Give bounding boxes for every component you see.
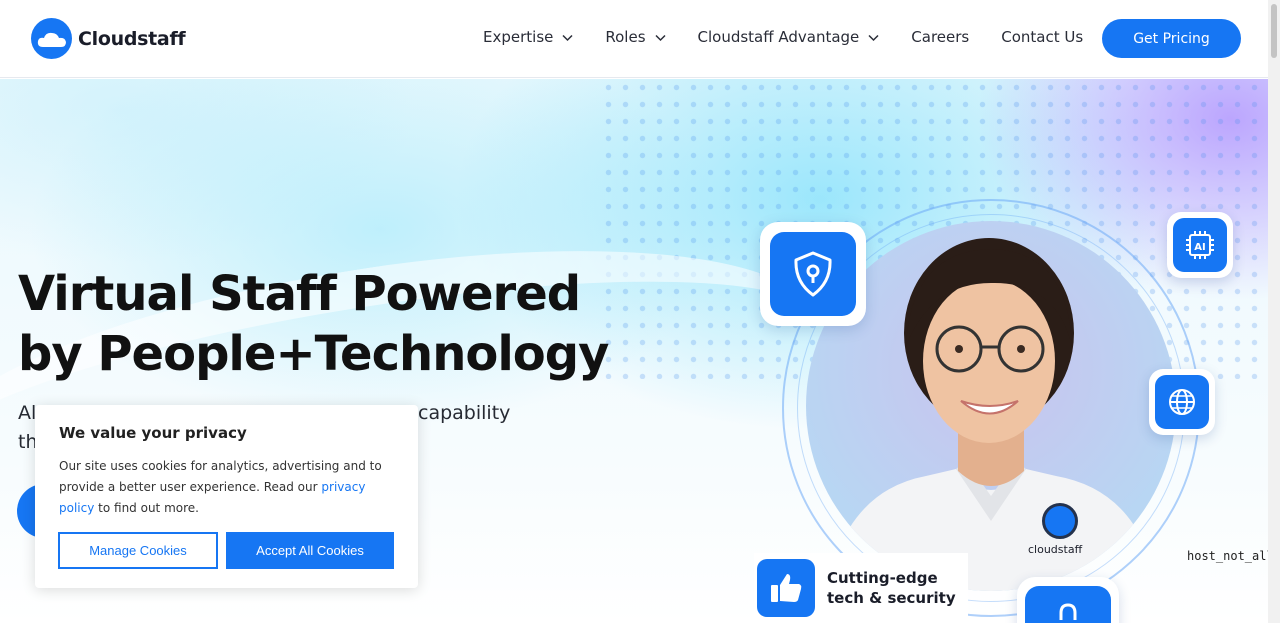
nav-contact-us-label: Contact Us xyxy=(1001,28,1084,46)
nav-expertise-label: Expertise xyxy=(483,28,554,46)
chevron-down-icon xyxy=(562,34,573,41)
cloud-icon xyxy=(31,18,72,59)
nav-cloudstaff-advantage-label: Cloudstaff Advantage xyxy=(697,28,860,46)
nav-contact-us[interactable]: Contact Us xyxy=(1001,28,1083,46)
cookie-title: We value your privacy xyxy=(59,424,247,442)
shirt-logo-text: cloudstaff xyxy=(1028,543,1083,556)
ai-chip-icon: AI xyxy=(1186,231,1214,259)
page-scrollbar[interactable] xyxy=(1268,0,1280,623)
shield-lock-icon xyxy=(794,251,832,297)
logo-text: Cloudstaff xyxy=(78,27,186,50)
security-badge xyxy=(760,222,866,326)
chevron-down-icon xyxy=(654,34,666,41)
subtext-line-1-start: Al xyxy=(18,402,37,424)
lock-badge xyxy=(1017,577,1119,623)
cookie-body-text-end: to find out more. xyxy=(94,501,199,515)
cookie-body: Our site uses cookies for analytics, adv… xyxy=(59,456,399,519)
headline-line-2: by People+Technology xyxy=(18,326,609,382)
host-error-text: host_not_all xyxy=(1187,549,1268,563)
thumbs-up-icon xyxy=(757,559,815,617)
hero-headline: Virtual Staff Powered by People+Technolo… xyxy=(18,264,658,384)
main-nav: Expertise Roles Cloudstaff Advantage Car… xyxy=(483,28,1115,46)
logo[interactable]: Cloudstaff xyxy=(31,18,186,59)
nav-expertise[interactable]: Expertise xyxy=(483,28,573,46)
get-pricing-button[interactable]: Get Pricing xyxy=(1102,19,1241,58)
cookie-consent-dialog: We value your privacy Our site uses cook… xyxy=(35,405,418,588)
svg-text:AI: AI xyxy=(1194,242,1205,253)
manage-cookies-button[interactable]: Manage Cookies xyxy=(58,532,218,569)
globe-icon xyxy=(1169,389,1195,415)
lock-icon xyxy=(1059,603,1077,620)
ai-badge: AI xyxy=(1167,212,1233,278)
headline-line-1: Virtual Staff Powered xyxy=(18,266,581,322)
nav-careers-label: Careers xyxy=(911,28,970,46)
accept-all-cookies-button[interactable]: Accept All Cookies xyxy=(226,532,394,569)
feature-card-line-1: Cutting-edge xyxy=(827,569,938,587)
nav-careers[interactable]: Careers xyxy=(911,28,969,46)
site-header: Cloudstaff Expertise Roles Cloudstaff Ad… xyxy=(0,0,1268,78)
nav-cloudstaff-advantage[interactable]: Cloudstaff Advantage xyxy=(698,28,880,46)
feature-card-text: Cutting-edge tech & security xyxy=(827,568,956,608)
chevron-down-icon xyxy=(868,34,879,41)
subtext-line-1-end: capability xyxy=(418,402,511,424)
global-badge xyxy=(1149,369,1215,435)
nav-roles[interactable]: Roles xyxy=(605,28,666,46)
nav-roles-label: Roles xyxy=(605,28,646,46)
scrollbar-thumb[interactable] xyxy=(1271,4,1277,58)
shirt-logo-icon xyxy=(1042,503,1078,539)
feature-card-line-2: tech & security xyxy=(827,589,956,607)
feature-card: Cutting-edge tech & security xyxy=(754,553,968,623)
